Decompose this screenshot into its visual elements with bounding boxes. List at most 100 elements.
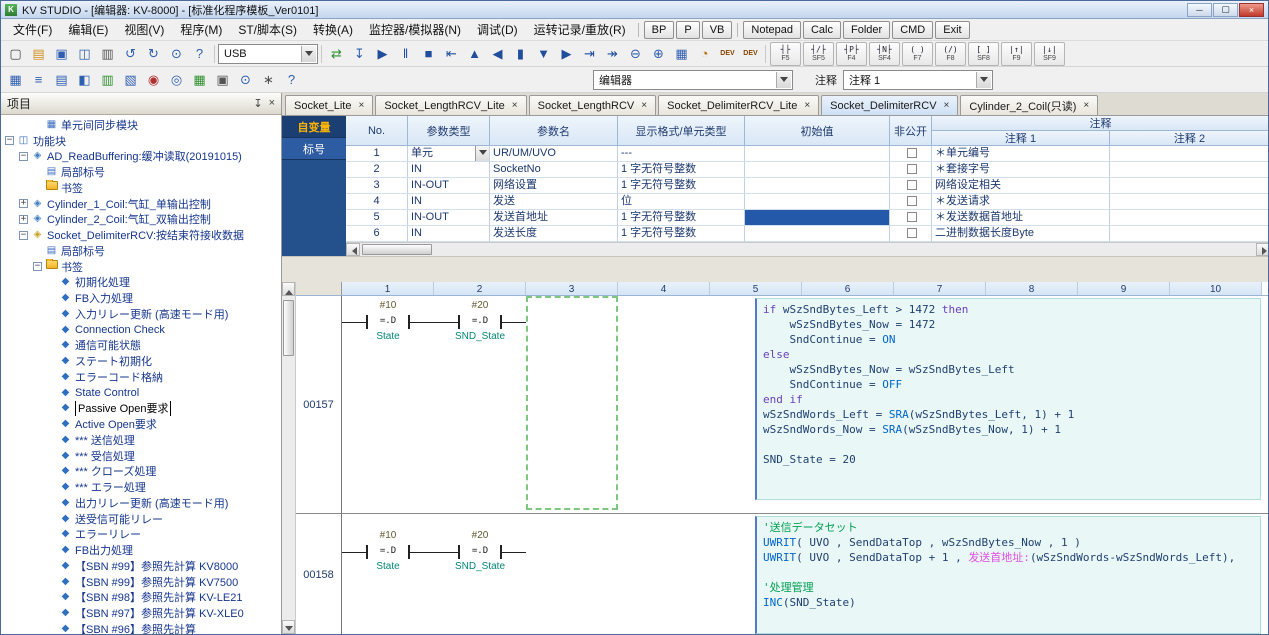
menu-button-notepad[interactable]: Notepad <box>743 21 801 39</box>
ladder-view-icon[interactable]: ▦ <box>4 69 27 91</box>
ladder-instruction-sf4-button[interactable]: ┤N├SF4 <box>869 42 900 66</box>
tree-item[interactable]: ◆送受信可能リレー <box>1 511 281 527</box>
tree-item[interactable]: ◆*** エラー処理 <box>1 479 281 495</box>
cell-comment2[interactable] <box>1110 226 1269 242</box>
cell-name[interactable]: 发送首地址 <box>490 210 618 226</box>
tab-socket_lengthrcv_lite[interactable]: Socket_LengthRCV_Lite× <box>375 95 526 115</box>
splitter[interactable] <box>282 256 1268 282</box>
save-icon[interactable]: ▣ <box>50 43 73 65</box>
cell-private[interactable] <box>890 194 932 210</box>
ladder-instruction-f8-button[interactable]: (/)F8 <box>935 42 966 66</box>
redo-icon[interactable]: ↻ <box>142 43 165 65</box>
cell-name[interactable]: 网络设置 <box>490 178 618 194</box>
scrollbar-thumb[interactable] <box>283 300 294 356</box>
chevron-down-icon[interactable] <box>301 46 316 62</box>
open-project-icon[interactable]: ▤ <box>27 43 50 65</box>
tree-item[interactable]: ◆【SBN #99】参照先計算 KV7500 <box>1 574 281 590</box>
tree-item[interactable]: ◆【SBN #96】参照先計算 <box>1 621 281 634</box>
usb-port-combo[interactable]: USB <box>218 44 318 64</box>
step-back-icon[interactable]: ◀ <box>486 43 509 65</box>
cell-private[interactable] <box>890 146 932 162</box>
tree-item[interactable]: ◆【SBN #98】参照先計算 KV-LE21 <box>1 590 281 606</box>
column-header-comment2[interactable]: 注释 2 <box>1110 131 1269 146</box>
table-horizontal-scrollbar[interactable] <box>346 242 1269 256</box>
tab-socket_lengthrcv[interactable]: Socket_LengthRCV× <box>529 95 656 115</box>
search-icon[interactable]: ⊙ <box>165 43 188 65</box>
step-down-icon[interactable]: ▼ <box>532 43 555 65</box>
tree-expander[interactable]: + <box>19 215 28 224</box>
cell-private[interactable] <box>890 162 932 178</box>
step-end-icon[interactable]: ⇥ <box>578 43 601 65</box>
tree-item[interactable]: ◆*** クローズ処理 <box>1 464 281 480</box>
watch-window-icon[interactable]: ◎ <box>165 69 188 91</box>
new-file-icon[interactable]: ▢ <box>4 43 27 65</box>
ladder-instruction-f7-button[interactable]: ( )F7 <box>902 42 933 66</box>
tree-item[interactable]: ◆Connection Check <box>1 322 281 338</box>
close-button[interactable]: × <box>1239 3 1264 17</box>
tree-item[interactable]: ◆【SBN #99】参照先計算 KV8000 <box>1 558 281 574</box>
tree-item[interactable]: −◈AD_ReadBuffering:缓冲读取(20191015) <box>1 149 281 165</box>
column-header-comment1[interactable]: 注释 1 <box>932 131 1110 146</box>
private-checkbox[interactable] <box>907 196 917 206</box>
side-tab-labels[interactable]: 标号 <box>282 138 346 160</box>
tab-socket_lite[interactable]: Socket_Lite× <box>285 95 373 115</box>
tree-item[interactable]: −◈Socket_DelimiterRCV:按结束符接收数据 <box>1 227 281 243</box>
tree-item[interactable]: ◆*** 送信処理 <box>1 432 281 448</box>
menu-item-6[interactable]: 监控器/模拟器(N) <box>361 18 469 41</box>
column-header-no[interactable]: No. <box>346 116 408 146</box>
transfer-download-icon[interactable]: ↧ <box>348 43 371 65</box>
ladder-vertical-scrollbar[interactable] <box>282 282 296 634</box>
ladder-row-number[interactable]: 00157 <box>296 296 342 514</box>
close-icon[interactable]: × <box>804 100 810 111</box>
private-checkbox[interactable] <box>907 148 917 158</box>
tree-expander[interactable]: + <box>19 199 28 208</box>
cell-format[interactable]: 1 字无符号整数 <box>618 210 745 226</box>
side-tab-arguments[interactable]: 自变量 <box>282 116 346 138</box>
step-start-icon[interactable]: ⇤ <box>440 43 463 65</box>
zoom-out-icon[interactable]: ⊖ <box>624 43 647 65</box>
tree-item[interactable]: 书签 <box>1 180 281 196</box>
cell-initial[interactable] <box>745 210 890 226</box>
find-icon[interactable]: ⊙ <box>234 69 257 91</box>
scroll-up-button[interactable] <box>282 282 295 296</box>
tree-expander[interactable]: − <box>19 152 28 161</box>
ladder-instruction-f9-button[interactable]: |↑|F9 <box>1001 42 1032 66</box>
tree-item[interactable]: ◆エラーコード格納 <box>1 369 281 385</box>
chevron-down-icon[interactable] <box>776 72 791 88</box>
cell-no[interactable]: 5 <box>346 210 408 226</box>
menu-item-3[interactable]: 程序(M) <box>172 18 230 41</box>
tree-item[interactable]: ◆State Control <box>1 385 281 401</box>
stop-icon[interactable]: ■ <box>417 43 440 65</box>
cell-private[interactable] <box>890 178 932 194</box>
cell-initial[interactable] <box>745 146 890 162</box>
close-icon[interactable]: × <box>641 100 647 111</box>
menu-button-exit[interactable]: Exit <box>935 21 969 39</box>
titlebar[interactable]: K KV STUDIO - [编辑器: KV-8000] - [标准化程序模板_… <box>1 1 1268 19</box>
menu-item-5[interactable]: 转换(A) <box>305 18 361 41</box>
cell-comment2[interactable] <box>1110 194 1269 210</box>
cell-name[interactable]: 发送长度 <box>490 226 618 242</box>
cell-private[interactable] <box>890 210 932 226</box>
cell-comment1[interactable]: ＊发送请求 <box>932 194 1110 210</box>
cell-type[interactable]: 单元 <box>408 146 490 162</box>
compare-contact[interactable]: =.D <box>366 315 410 329</box>
label-editor-icon[interactable]: ▧ <box>119 69 142 91</box>
tree-item[interactable]: ◆エラーリレー <box>1 527 281 543</box>
run-to-end-icon[interactable]: ↠ <box>601 43 624 65</box>
compare-contact[interactable]: =.D <box>366 545 410 559</box>
step-pause-icon[interactable]: ▮ <box>509 43 532 65</box>
tree-item[interactable]: −书签 <box>1 259 281 275</box>
cell-name[interactable]: 发送 <box>490 194 618 210</box>
scroll-down-button[interactable] <box>282 620 295 634</box>
compare-contact[interactable]: =.D <box>458 545 502 559</box>
tree-expander[interactable]: − <box>5 136 14 145</box>
cell-format[interactable]: 1 字无符号整数 <box>618 178 745 194</box>
cell-type[interactable]: IN-OUT <box>408 178 490 194</box>
minimize-button[interactable]: ─ <box>1187 3 1212 17</box>
close-icon[interactable]: × <box>944 100 950 111</box>
tab-socket_delimiterrcv_lite[interactable]: Socket_DelimiterRCV_Lite× <box>658 95 819 115</box>
cell-initial[interactable] <box>745 226 890 242</box>
cell-comment2[interactable] <box>1110 178 1269 194</box>
comment-select-combo[interactable]: 注释 1 <box>843 70 993 90</box>
cell-type[interactable]: IN-OUT <box>408 210 490 226</box>
